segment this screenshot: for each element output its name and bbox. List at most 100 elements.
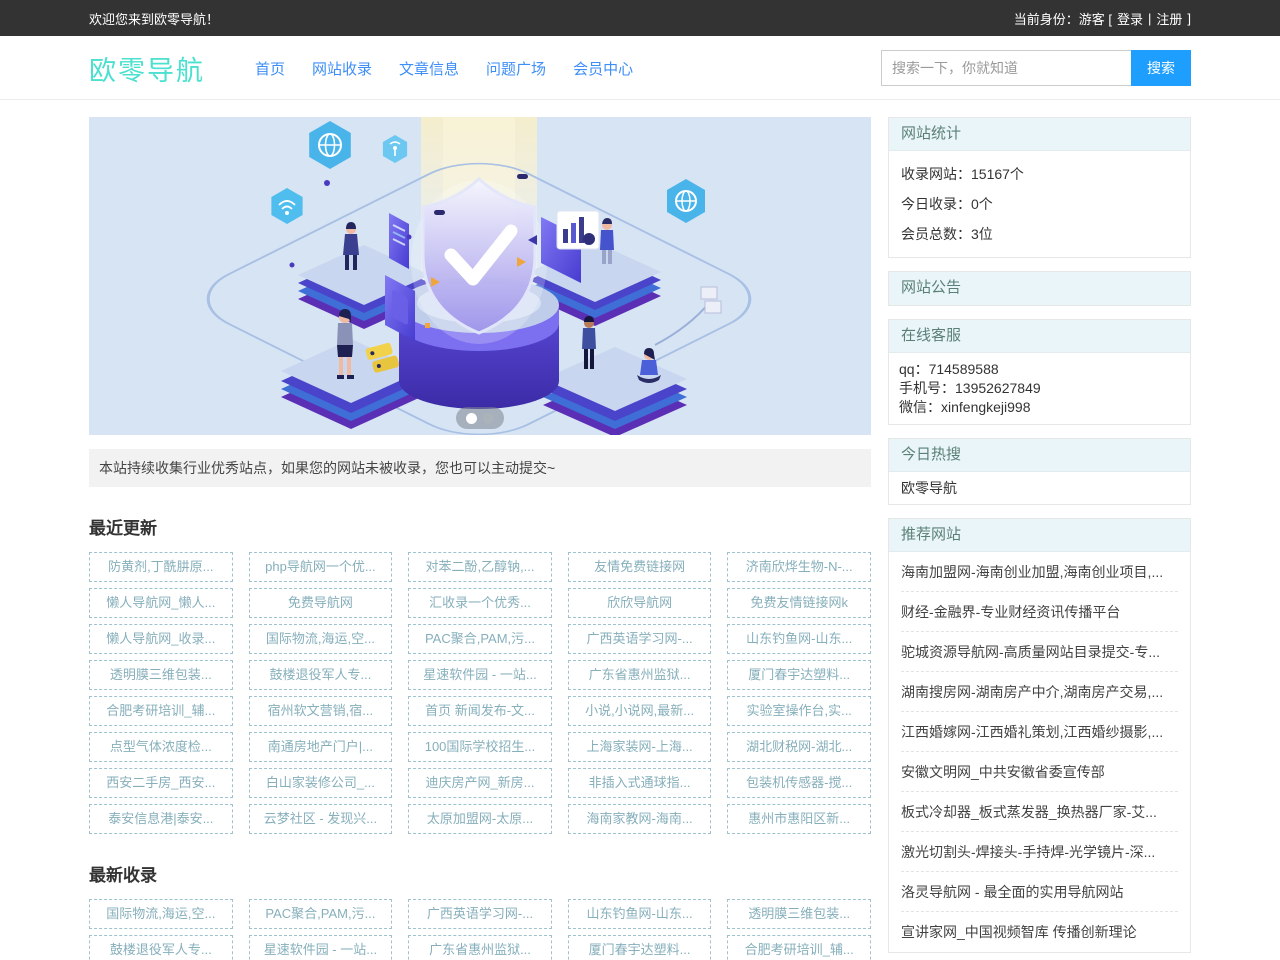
search-input[interactable] [881,50,1131,86]
site-link[interactable]: 首页 新闻发布-文... [408,696,552,726]
carousel-dot[interactable] [483,413,494,424]
site-link[interactable]: 宿州软文营销,宿... [249,696,393,726]
site-link[interactable]: 免费导航网 [249,588,393,618]
notice-bar: 本站持续收集行业优秀站点，如果您的网站未被收录，您也可以主动提交~ [89,449,871,487]
site-header: 欧零导航 首页 网站收录 文章信息 问题广场 会员中心 搜索 [0,36,1280,100]
recommended-link[interactable]: 宣讲家网_中国视频智库 传播创新理论 [901,912,1178,952]
section-title-latest-included: 最新收录 [89,861,871,886]
site-link[interactable]: PAC聚合,PAM,污... [408,624,552,654]
site-link[interactable]: 国际物流,海运,空... [249,624,393,654]
welcome-text: 欢迎您来到欧零导航！ [89,9,219,28]
latest-included-grid: 国际物流,海运,空... PAC聚合,PAM,污... 广西英语学习网-... 山东钓… [89,899,871,960]
site-link[interactable]: 湖北财税网-湖北... [727,732,871,762]
recommended-link[interactable]: 海南加盟网-海南创业加盟,海南创业项目,... [901,552,1178,592]
site-link[interactable]: 包装机传感器-搅... [727,768,871,798]
site-link[interactable]: 合肥考研培训_辅... [89,696,233,726]
site-link[interactable]: 西安二手房_西安... [89,768,233,798]
site-link[interactable]: 友情免费链接网 [568,552,712,582]
stat-item: 收录网站：15167个 [901,159,1178,189]
recommended-link[interactable]: 板式冷却器_板式蒸发器_换热器厂家-艾... [901,792,1178,832]
site-link[interactable]: 欣欣导航网 [568,588,712,618]
recommended-link[interactable]: 驼城资源导航网-高质量网站目录提交-专... [901,632,1178,672]
site-link[interactable]: PAC聚合,PAM,污... [249,899,393,929]
site-link[interactable]: 透明膜三维包装... [727,899,871,929]
recommended-link[interactable]: 洛灵导航网 - 最全面的实用导航网站 [901,872,1178,912]
site-link[interactable]: 透明膜三维包装... [89,660,233,690]
identity-label: 当前身份：游客 [ [1014,9,1112,28]
site-link[interactable]: 广东省惠州监狱... [568,660,712,690]
site-link[interactable]: 免费友情链接网k [727,588,871,618]
site-link[interactable]: 懒人导航网_收录... [89,624,233,654]
nav-item[interactable]: 问题广场 [486,58,546,79]
site-link[interactable]: 南通房地产门户|... [249,732,393,762]
sidebar: 网站统计 收录网站：15167个今日收录：0个会员总数：3位 网站公告 在线客服… [888,117,1191,960]
site-link[interactable]: 山东钓鱼网-山东... [568,899,712,929]
site-link[interactable]: 惠州市惠阳区新... [727,804,871,834]
site-link[interactable]: 鼓楼退役军人专... [249,660,393,690]
service-list: qq：714589588手机号：13952627849微信：xinfengkej… [889,353,1190,424]
register-link[interactable]: 注册 [1156,9,1182,28]
site-link[interactable]: 合肥考研培训_辅... [727,935,871,960]
nav-item[interactable]: 网站收录 [312,58,372,79]
site-link[interactable]: 泰安信息港|泰安... [89,804,233,834]
site-link[interactable]: 广西英语学习网-... [408,899,552,929]
recommended-link[interactable]: 江西婚嫁网-江西婚礼策划,江西婚纱摄影,... [901,712,1178,752]
site-link[interactable]: 济南欣烨生物-N-... [727,552,871,582]
search-button[interactable]: 搜索 [1131,50,1191,86]
site-link[interactable]: 点型气体浓度检... [89,732,233,762]
recommended-link[interactable]: 安徽文明网_中共安徽省委宣传部 [901,752,1178,792]
panel-recommended: 推荐网站 海南加盟网-海南创业加盟,海南创业项目,...财经-金融界-专业财经资… [888,518,1191,953]
site-link[interactable]: php导航网一个优... [249,552,393,582]
panel-title-recommended: 推荐网站 [889,519,1190,552]
site-logo[interactable]: 欧零导航 [89,49,205,88]
panel-announcement: 网站公告 [888,271,1191,306]
site-link[interactable]: 防黄剂,丁酰肼原... [89,552,233,582]
site-link[interactable]: 迪庆房产网_新房... [408,768,552,798]
site-link[interactable]: 实验室操作台,实... [727,696,871,726]
stats-list: 收录网站：15167个今日收录：0个会员总数：3位 [889,151,1190,257]
site-link[interactable]: 广东省惠州监狱... [408,935,552,960]
panel-title-service: 在线客服 [889,320,1190,353]
site-link[interactable]: 星速软件园 - 一站... [408,660,552,690]
banner-illustration [89,117,871,435]
site-link[interactable]: 国际物流,海运,空... [89,899,233,929]
carousel-dot-active[interactable] [466,413,477,424]
site-link[interactable]: 上海家装网-上海... [568,732,712,762]
service-item: 微信：xinfengkeji998 [899,398,1180,417]
presentation-board [557,211,599,249]
panel-title-announcement: 网站公告 [889,272,1190,305]
shield-check-icon [411,179,547,344]
site-link[interactable]: 云梦社区 - 发现兴... [249,804,393,834]
site-link[interactable]: 厦门春宇达塑料... [727,660,871,690]
service-item: qq：714589588 [899,360,1180,379]
nav-item[interactable]: 首页 [255,58,285,79]
site-link[interactable]: 太原加盟网-太原... [408,804,552,834]
nav-item[interactable]: 文章信息 [399,58,459,79]
site-link[interactable]: 非插入式通球指... [568,768,712,798]
site-link[interactable]: 海南家教网-海南... [568,804,712,834]
nav-item[interactable]: 会员中心 [573,58,633,79]
service-item: 手机号：13952627849 [899,379,1180,398]
site-link[interactable]: 厦门春宇达塑料... [568,935,712,960]
recommended-link[interactable]: 激光切割头-焊接头-手持焊-光学镜片-深... [901,832,1178,872]
hot-search-item[interactable]: 欧零导航 [901,472,1178,504]
recommended-list: 海南加盟网-海南创业加盟,海南创业项目,...财经-金融界-专业财经资讯传播平台… [889,552,1190,952]
site-link[interactable]: 鼓楼退役军人专... [89,935,233,960]
site-link[interactable]: 100国际学校招生... [408,732,552,762]
stat-item: 今日收录：0个 [901,189,1178,219]
panel-hot-search: 今日热搜 欧零导航 [888,438,1191,505]
site-link[interactable]: 白山家装修公司_... [249,768,393,798]
panel-site-stats: 网站统计 收录网站：15167个今日收录：0个会员总数：3位 [888,117,1191,258]
recommended-link[interactable]: 湖南搜房网-湖南房产中介,湖南房产交易,... [901,672,1178,712]
login-link[interactable]: 登录 [1117,9,1143,28]
site-link[interactable]: 汇收录一个优秀... [408,588,552,618]
site-link[interactable]: 星速软件园 - 一站... [249,935,393,960]
panel-online-service: 在线客服 qq：714589588手机号：13952627849微信：xinfe… [888,319,1191,425]
site-link[interactable]: 山东钓鱼网-山东... [727,624,871,654]
site-link[interactable]: 懒人导航网_懒人... [89,588,233,618]
site-link[interactable]: 对苯二酚,乙醇钠,... [408,552,552,582]
site-link[interactable]: 小说,小说网,最新... [568,696,712,726]
recommended-link[interactable]: 财经-金融界-专业财经资讯传播平台 [901,592,1178,632]
banner-carousel[interactable] [89,117,871,435]
site-link[interactable]: 广西英语学习网-... [568,624,712,654]
